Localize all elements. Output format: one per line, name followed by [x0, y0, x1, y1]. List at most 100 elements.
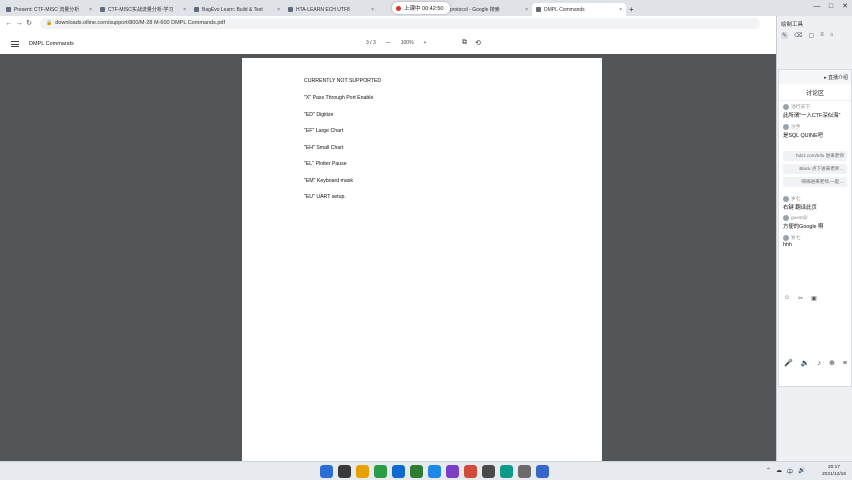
pdf-title: DMPL Commands [29, 41, 74, 47]
chat-text: 右键 翻译此页 [783, 205, 817, 211]
chat-user: 池行天下 [791, 105, 811, 110]
chat-title: 讨论区 [779, 84, 851, 101]
tab-close-icon[interactable]: × [525, 7, 528, 13]
tab-close-icon[interactable]: × [371, 7, 374, 13]
fit-page-icon[interactable]: ⧉ [462, 39, 467, 47]
cloud-icon[interactable]: ☁ [776, 467, 782, 476]
more-icon[interactable]: ≡ [843, 360, 847, 367]
maximize-button[interactable]: □ [824, 0, 838, 14]
taskbar-app-icon[interactable] [428, 465, 441, 478]
tab-2[interactable]: BagEvo Learn: Build & Test × [190, 3, 284, 16]
taskbar-app-icon[interactable] [320, 465, 333, 478]
tab-label: DMPL Commands [544, 6, 585, 13]
address-bar-row: ← → ↻ 🔒 downloads.olline.com/support/800/… [0, 16, 775, 30]
system-note: hdzz.com/info 进来老师 [783, 151, 847, 161]
pen-tool-icon[interactable]: ✎ [767, 104, 773, 112]
microphone-icon[interactable]: 🎤 [784, 359, 793, 367]
speaker-icon[interactable]: 🔈 [801, 359, 810, 367]
chat-user: 岁七 [791, 197, 801, 202]
window-controls: — □ ✕ [810, 0, 852, 14]
pen-icon[interactable]: ✎ [781, 32, 789, 39]
menu-icon[interactable] [11, 41, 19, 47]
pdf-page: CURRENTLY NOT SUPPORTED "X" Pass Through… [242, 58, 602, 461]
tab-4[interactable]: protocol - Google 搜索 × [438, 3, 532, 16]
chat-user: 沙手 [791, 125, 801, 130]
taskbar-app-icon[interactable] [338, 465, 351, 478]
zoom-in-button[interactable]: + [424, 40, 427, 46]
tab-label: BagEvo Learn: Build & Test [202, 6, 263, 13]
eraser-icon[interactable]: ⌫ [794, 32, 802, 39]
tray-expand-icon[interactable]: ⌃ [766, 467, 771, 476]
add-icon[interactable]: ⊕ [829, 359, 835, 367]
live-recording-indicator[interactable]: 上课中 00:42:50 [392, 2, 450, 14]
chat-user: 岁七 [791, 236, 801, 241]
page-controls: 3 / 3 — 100% + [366, 40, 426, 46]
rotate-icon[interactable]: ⟲ [475, 39, 481, 47]
clock-time: 20:17 [827, 465, 840, 470]
chat-text: 此所谓"一入CTF深似海" [783, 113, 841, 119]
taskbar-app-icon[interactable] [410, 465, 423, 478]
tab-close-icon[interactable]: × [619, 7, 622, 13]
ime-icon[interactable]: 中 [787, 467, 793, 476]
lines-icon[interactable]: ≡ [820, 32, 824, 39]
live-intro-link[interactable]: ▸ 直播介绍 [779, 70, 851, 84]
tab-close-icon[interactable]: × [89, 7, 92, 13]
zoom-out-button[interactable]: — [386, 40, 391, 46]
tab-close-icon[interactable]: × [277, 7, 280, 13]
image-icon[interactable]: ▣ [811, 295, 817, 302]
volume-icon[interactable]: 🔊 [798, 467, 805, 476]
tab-favicon-icon [194, 7, 199, 12]
taskbar-app-icon[interactable] [392, 465, 405, 478]
tab-5[interactable]: DMPL Commands × [532, 3, 626, 16]
reload-icon[interactable]: ↻ [24, 19, 34, 27]
pdf-viewer[interactable]: CURRENTLY NOT SUPPORTED "X" Pass Through… [0, 54, 776, 461]
right-panel: 绘制工具 ✎ ⌫ ▢ ≡ ⌂ ▸ 直播介绍 讨论区 池行天下 此所谓"一入CTF… [776, 16, 852, 461]
tab-3[interactable]: HTA-LEARN ECH UTF8 × [284, 3, 378, 16]
tab-label: protocol - Google 搜索 [450, 7, 500, 13]
record-dot-icon [396, 5, 401, 11]
music-icon[interactable]: ♪ [817, 360, 821, 367]
taskbar-app-icon[interactable] [518, 465, 531, 478]
taskbar-app-icon[interactable] [482, 465, 495, 478]
chat-message: 池行天下 此所谓"一入CTF深似海" [779, 101, 851, 121]
clock[interactable]: 20:17 2021/12/16 [822, 464, 846, 478]
chat-message: 岁七 hhh [779, 232, 851, 250]
tab-0[interactable]: Present: CTF-MISC 流量分析 × [2, 3, 96, 16]
home-icon[interactable]: ⌂ [830, 32, 834, 39]
chat-text: 是SQL QUINE吧 [783, 133, 823, 139]
minimize-button[interactable]: — [810, 0, 824, 14]
taskbar-app-icon[interactable] [446, 465, 459, 478]
new-tab-button[interactable]: + [629, 3, 634, 16]
taskbar: ⌃ ☁ 中 🔊 20:17 2021/12/16 [0, 461, 852, 480]
live-indicator-text: 上课中 00:42:50 [404, 6, 444, 12]
pdf-line: "ED" Digitize [304, 112, 334, 118]
forward-arrow-icon[interactable]: → [14, 20, 24, 27]
close-window-button[interactable]: ✕ [838, 0, 852, 14]
system-note: Black 点下进来老师… [783, 164, 847, 174]
emoji-icon[interactable]: ☺ [784, 295, 790, 302]
url-field[interactable]: 🔒 downloads.olline.com/support/800/M-28 M… [40, 17, 760, 29]
pdf-line: "EF" Large Chart [304, 128, 344, 134]
taskbar-app-icon[interactable] [500, 465, 513, 478]
tab-1[interactable]: CTF-MISC实战流量分析-学习 × [96, 3, 190, 16]
pdf-line: CURRENTLY NOT SUPPORTED [304, 78, 382, 84]
zoom-level[interactable]: 100% [401, 40, 414, 46]
rectangle-icon[interactable]: ▢ [809, 32, 815, 39]
taskbar-app-icon[interactable] [374, 465, 387, 478]
tab-close-icon[interactable]: × [183, 7, 186, 13]
back-arrow-icon[interactable]: ← [4, 20, 14, 27]
pdf-line: "EU" UART setup. [304, 194, 346, 200]
clock-date: 2021/12/16 [821, 472, 846, 477]
scissors-icon[interactable]: ✂ [798, 295, 803, 302]
taskbar-app-icon[interactable] [356, 465, 369, 478]
page-current[interactable]: 3 [366, 40, 369, 46]
taskbar-app-icon[interactable] [536, 465, 549, 478]
tab-label: Present: CTF-MISC 流量分析 [14, 7, 80, 13]
url-text: downloads.olline.com/support/800/M-28 M-… [55, 20, 226, 26]
avatar [783, 234, 789, 241]
chat-user: guest@ [791, 215, 808, 221]
taskbar-app-icon[interactable] [464, 465, 477, 478]
lock-icon: 🔒 [46, 20, 53, 26]
draw-tools: ✎ ⌫ ▢ ≡ ⌂ [777, 32, 852, 39]
chat-message: guest@ 方便的Google 啊 [779, 213, 851, 232]
